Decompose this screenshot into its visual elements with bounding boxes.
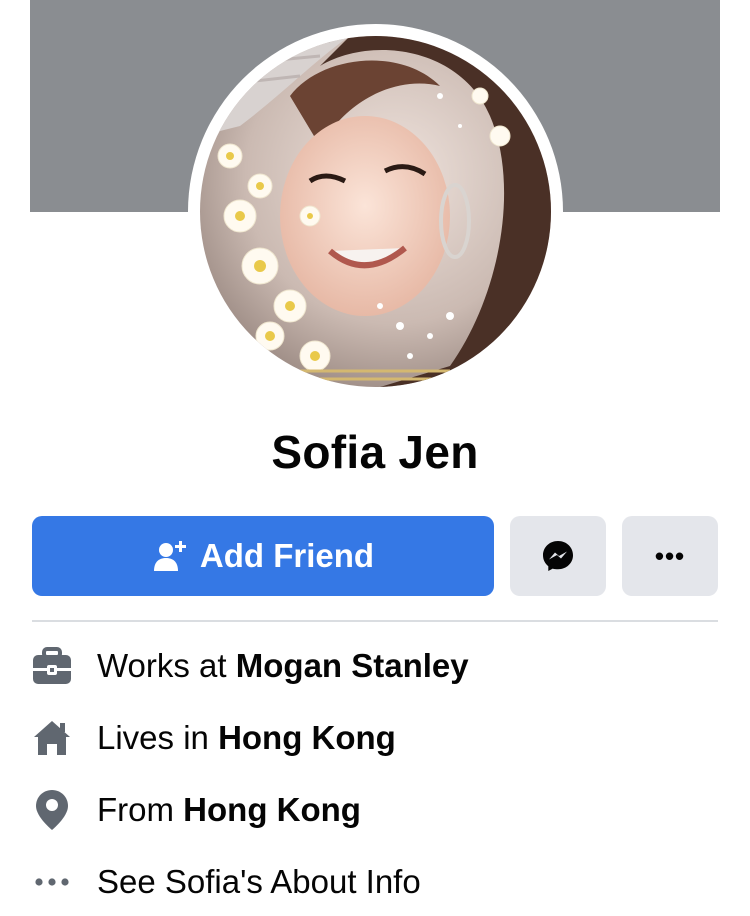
lives-prefix: Lives in bbox=[97, 719, 219, 756]
more-dots-icon: ••• bbox=[654, 541, 686, 571]
more-dots-icon bbox=[30, 860, 74, 904]
profile-avatar[interactable] bbox=[200, 36, 551, 387]
work-value[interactable]: Mogan Stanley bbox=[236, 647, 469, 684]
see-about-label: See Sofia's About Info bbox=[97, 863, 421, 900]
from-prefix: From bbox=[97, 791, 184, 828]
from-value[interactable]: Hong Kong bbox=[183, 791, 361, 828]
more-options-button[interactable]: ••• bbox=[622, 516, 718, 596]
avatar-image bbox=[200, 36, 551, 387]
briefcase-icon bbox=[30, 644, 74, 688]
message-button[interactable] bbox=[510, 516, 606, 596]
profile-page: Sofia Jen Add Friend ••• Works at Mogan … bbox=[0, 0, 750, 916]
info-work[interactable]: Works at Mogan Stanley bbox=[30, 641, 720, 691]
add-friend-button[interactable]: Add Friend bbox=[32, 516, 494, 596]
profile-name: Sofia Jen bbox=[271, 426, 479, 478]
person-plus-icon bbox=[152, 539, 186, 573]
add-friend-label: Add Friend bbox=[199, 537, 375, 574]
info-lives[interactable]: Lives in Hong Kong bbox=[30, 713, 720, 763]
work-prefix: Works at bbox=[97, 647, 236, 684]
info-from[interactable]: From Hong Kong bbox=[30, 785, 720, 835]
location-pin-icon bbox=[30, 788, 74, 832]
divider bbox=[32, 620, 718, 622]
lives-value[interactable]: Hong Kong bbox=[218, 719, 396, 756]
home-icon bbox=[30, 716, 74, 760]
see-about-info[interactable]: See Sofia's About Info bbox=[30, 857, 720, 907]
messenger-icon bbox=[541, 539, 575, 573]
